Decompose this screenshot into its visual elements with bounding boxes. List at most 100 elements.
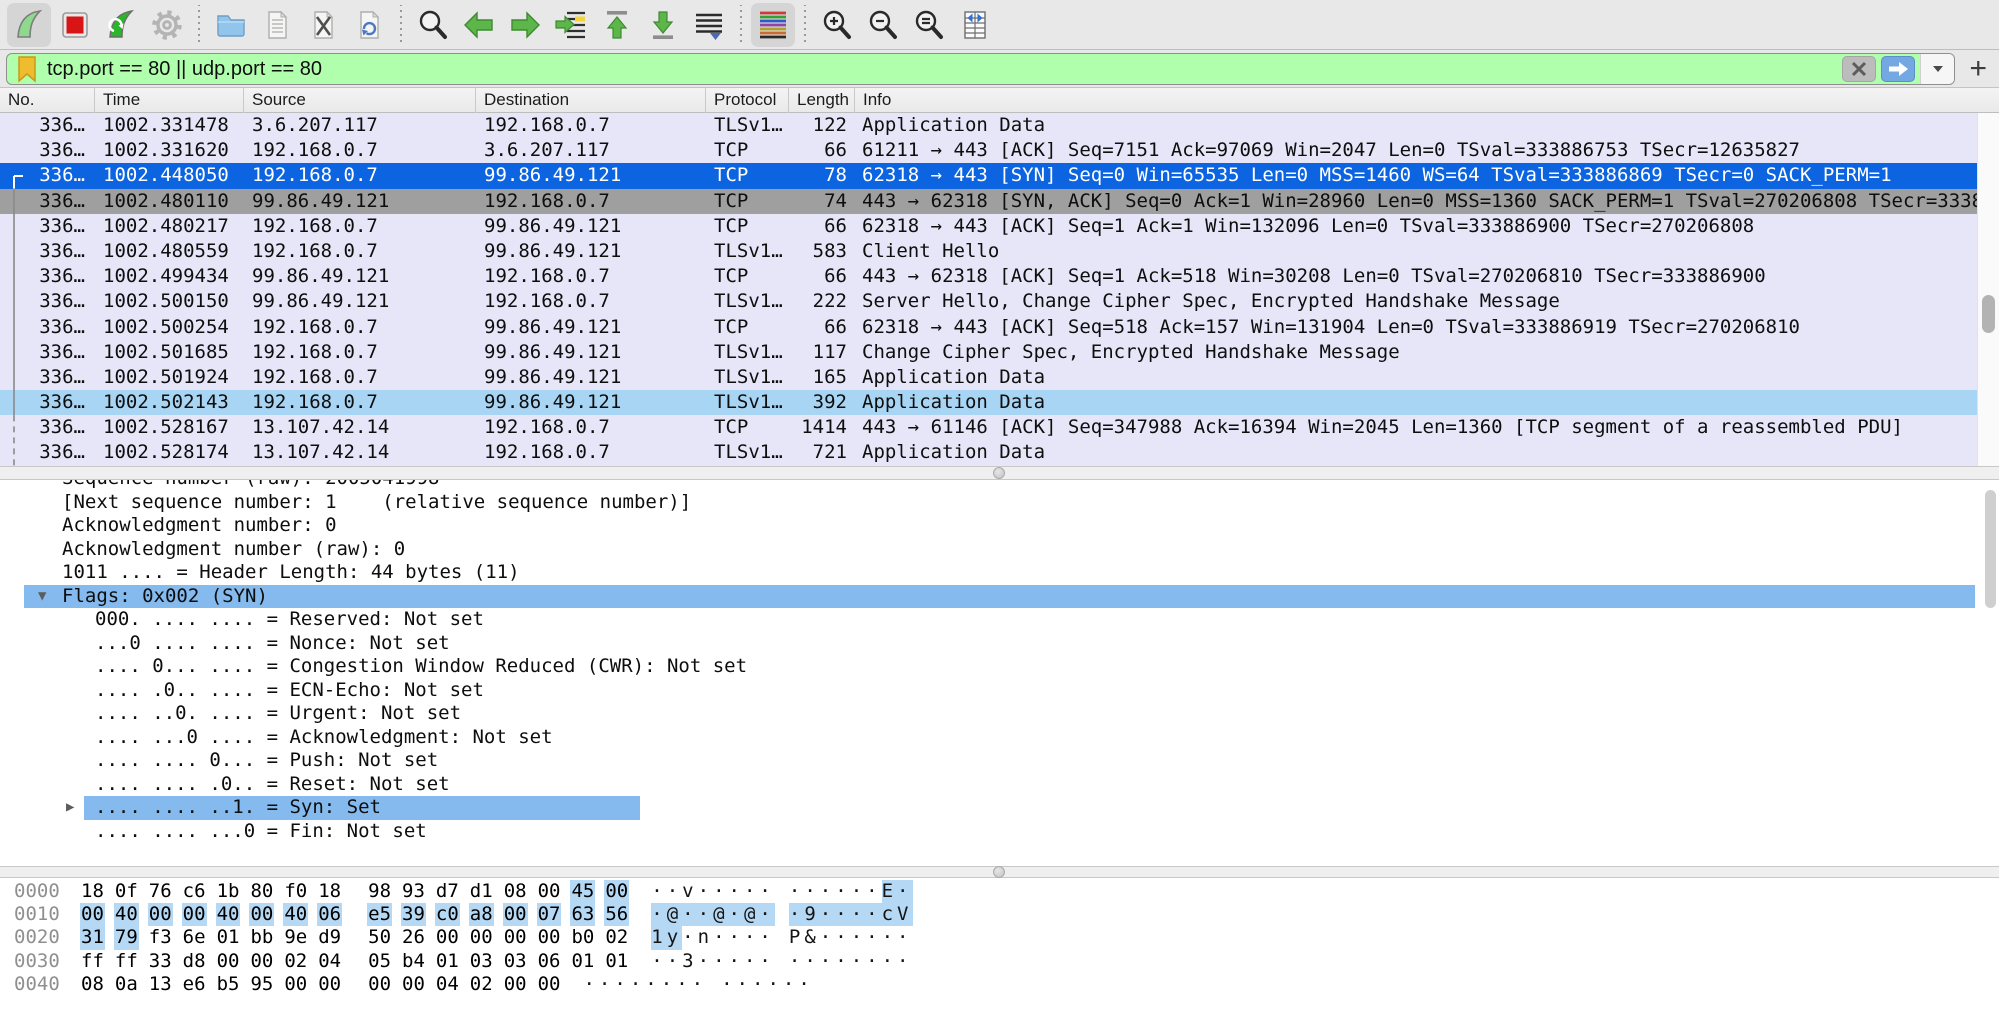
add-filter-button[interactable]: +: [1969, 50, 1987, 88]
close-capture-file-button[interactable]: [301, 3, 345, 47]
restart-capture-button[interactable]: [99, 3, 143, 47]
ascii-char[interactable]: ·: [897, 926, 912, 949]
hex-byte[interactable]: 76: [148, 880, 173, 903]
hex-byte[interactable]: 0f: [114, 880, 139, 903]
hex-byte[interactable]: 01: [604, 950, 629, 973]
ascii-char[interactable]: ·: [820, 903, 835, 926]
detail-line[interactable]: .... .... 0... = Push: Not set: [0, 749, 1999, 773]
hex-byte[interactable]: 06: [317, 903, 342, 926]
hex-byte[interactable]: 00: [317, 973, 342, 996]
hex-byte[interactable]: 01: [570, 950, 595, 973]
column-header-info[interactable]: Info: [855, 88, 1999, 113]
stop-capture-button[interactable]: [53, 3, 97, 47]
hex-byte[interactable]: d8: [182, 950, 207, 973]
packet-row[interactable]: 336…1002.331620192.168.0.73.6.207.117TCP…: [0, 138, 1999, 163]
detail-line[interactable]: ▼Flags: 0x002 (SYN): [0, 585, 1999, 609]
ascii-char[interactable]: ·: [897, 880, 912, 903]
auto-scroll-button[interactable]: [687, 3, 731, 47]
hex-byte[interactable]: e5: [367, 903, 392, 926]
detail-line[interactable]: .... .... ...0 = Fin: Not set: [0, 820, 1999, 844]
hex-byte[interactable]: f3: [148, 926, 173, 949]
ascii-char[interactable]: ·: [851, 926, 866, 949]
ascii-char[interactable]: ·: [835, 926, 850, 949]
hex-byte[interactable]: 00: [503, 903, 528, 926]
hex-byte[interactable]: 93: [401, 880, 426, 903]
hex-byte[interactable]: 00: [249, 903, 274, 926]
hex-byte[interactable]: c0: [435, 903, 460, 926]
ascii-char[interactable]: ·: [759, 926, 774, 949]
hex-byte[interactable]: 04: [435, 973, 460, 996]
ascii-char[interactable]: ·: [851, 950, 866, 973]
ascii-char[interactable]: ·: [783, 973, 798, 996]
ascii-char[interactable]: ·: [851, 880, 866, 903]
go-forward-button[interactable]: [503, 3, 547, 47]
detail-line[interactable]: 000. .... .... = Reserved: Not set: [0, 608, 1999, 632]
ascii-char[interactable]: ·: [835, 880, 850, 903]
hex-byte[interactable]: 06: [537, 950, 562, 973]
hex-byte[interactable]: 00: [216, 950, 241, 973]
hex-byte[interactable]: 79: [114, 926, 139, 949]
ascii-char[interactable]: ·: [744, 926, 759, 949]
hex-byte[interactable]: b4: [401, 950, 426, 973]
hex-byte[interactable]: 63: [570, 903, 595, 926]
ascii-char[interactable]: ·: [759, 950, 774, 973]
hex-byte[interactable]: 39: [401, 903, 426, 926]
ascii-char[interactable]: ·: [866, 880, 881, 903]
open-capture-file-button[interactable]: [209, 3, 253, 47]
splitter-list-details[interactable]: [0, 466, 1999, 480]
ascii-char[interactable]: ·: [698, 880, 713, 903]
ascii-char[interactable]: ·: [698, 903, 713, 926]
expander-closed-icon[interactable]: ▶: [66, 796, 74, 820]
ascii-char[interactable]: ·: [767, 973, 782, 996]
ascii-char[interactable]: ·: [866, 950, 881, 973]
column-header-length[interactable]: Length: [789, 88, 855, 113]
packet-row[interactable]: 336…1002.52817413.107.42.14192.168.0.7TL…: [0, 440, 1999, 465]
hex-row[interactable]: 0000180f76c61b80f0189893d7d108004500··v·…: [0, 880, 1999, 903]
hex-byte[interactable]: 00: [537, 973, 562, 996]
go-last-packet-button[interactable]: [641, 3, 685, 47]
detail-line[interactable]: .... 0... .... = Congestion Window Reduc…: [0, 655, 1999, 679]
hex-byte[interactable]: 03: [469, 950, 494, 973]
hex-byte[interactable]: 07: [537, 903, 562, 926]
detail-line[interactable]: .... ...0 .... = Acknowledgment: Not set: [0, 726, 1999, 750]
ascii-char[interactable]: ·: [789, 950, 804, 973]
hex-byte[interactable]: ff: [114, 950, 139, 973]
hex-byte[interactable]: b0: [570, 926, 595, 949]
ascii-char[interactable]: ·: [759, 880, 774, 903]
filter-input[interactable]: tcp.port == 80 || udp.port == 80: [6, 53, 1955, 85]
hex-byte[interactable]: 00: [182, 903, 207, 926]
hex-byte[interactable]: 00: [283, 973, 308, 996]
ascii-char[interactable]: n: [698, 926, 713, 949]
hex-byte[interactable]: 95: [249, 973, 274, 996]
packet-row[interactable]: 336…1002.448050192.168.0.799.86.49.121TC…: [0, 163, 1999, 188]
hex-byte[interactable]: 13: [148, 973, 173, 996]
ascii-char[interactable]: ·: [804, 950, 819, 973]
hex-byte[interactable]: 40: [114, 903, 139, 926]
ascii-char[interactable]: ·: [667, 950, 682, 973]
hex-byte[interactable]: 00: [469, 926, 494, 949]
detail-line[interactable]: Sequence number (raw): 2005041998: [0, 480, 1999, 491]
go-back-button[interactable]: [457, 3, 501, 47]
column-header-time[interactable]: Time: [95, 88, 244, 113]
detail-line[interactable]: Acknowledgment number (raw): 0: [0, 538, 1999, 562]
ascii-char[interactable]: ·: [599, 973, 614, 996]
hex-byte[interactable]: 18: [317, 880, 342, 903]
hex-byte[interactable]: 1b: [216, 880, 241, 903]
ascii-char[interactable]: ·: [729, 950, 744, 973]
hex-byte[interactable]: d7: [435, 880, 460, 903]
ascii-char[interactable]: ·: [651, 950, 666, 973]
ascii-char[interactable]: ·: [692, 973, 707, 996]
column-header-no[interactable]: No.: [0, 88, 95, 113]
ascii-char[interactable]: ·: [667, 880, 682, 903]
ascii-char[interactable]: ·: [713, 926, 728, 949]
details-scrollbar-thumb[interactable]: [1985, 490, 1996, 608]
hex-byte[interactable]: 33: [148, 950, 173, 973]
hex-byte[interactable]: 18: [80, 880, 105, 903]
go-to-packet-button[interactable]: [549, 3, 593, 47]
expander-open-icon[interactable]: ▼: [38, 585, 46, 609]
packet-row[interactable]: 336…1002.52816713.107.42.14192.168.0.7TC…: [0, 415, 1999, 440]
chevron-down-icon[interactable]: [1920, 53, 1954, 85]
save-capture-file-button[interactable]: [255, 3, 299, 47]
hex-byte[interactable]: 00: [604, 880, 629, 903]
hex-byte[interactable]: ff: [80, 950, 105, 973]
